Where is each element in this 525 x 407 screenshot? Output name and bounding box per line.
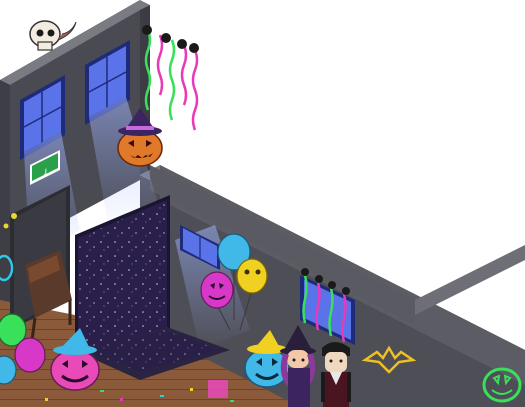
spider-icon xyxy=(177,39,187,49)
exit-sign-arrow: ↓ xyxy=(42,168,50,179)
hanging-spider-streamers xyxy=(142,25,199,131)
spider-icon xyxy=(328,281,336,289)
spider-icon xyxy=(189,43,199,53)
spider-icon xyxy=(342,287,350,295)
spider-icon xyxy=(161,33,171,43)
avatar-vampire[interactable] xyxy=(321,342,351,407)
spider-icon xyxy=(301,268,309,276)
spider-icon xyxy=(315,275,323,283)
spider-icon xyxy=(142,25,152,35)
game-room-scene[interactable]: ↓ xyxy=(0,0,525,407)
